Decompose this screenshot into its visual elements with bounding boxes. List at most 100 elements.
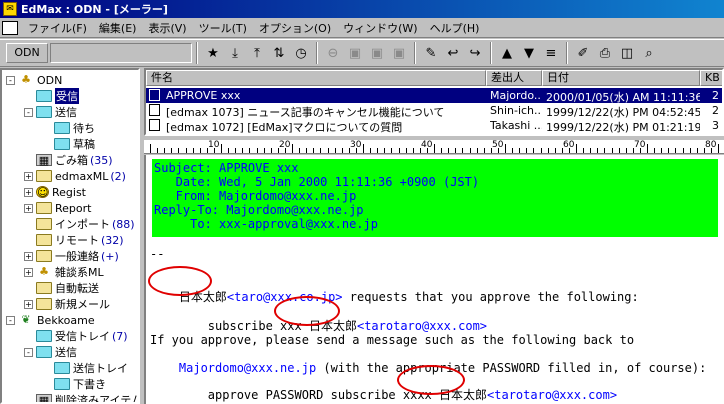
folder-label: Bekkoame [37,313,95,327]
folder-item[interactable]: + edmaxML (2) [24,168,126,184]
receive-icon: ⤓ [232,45,238,61]
folder-item[interactable]: 自動転送 [24,280,99,296]
message-from: Majordo... [490,89,542,102]
subscriber-email-link[interactable]: <tarotaro@xxx.com> [357,319,487,333]
send-button[interactable]: ⤒ [246,42,268,64]
message-row[interactable]: APPROVE xxx Majordo... 2000/01/05(水) AM 11… [146,88,722,104]
folder-item[interactable]: - ♣ ODN [6,72,62,88]
folder-item[interactable]: + ♣ 雑談系ML [24,264,104,280]
column-date[interactable]: 日付 [542,70,700,86]
attach-icon: ✐ [577,45,589,61]
folder-item[interactable]: 下書き [42,376,106,392]
reply-button[interactable]: ↩ [442,42,464,64]
new-folder-button[interactable]: ★ [202,42,224,64]
prev-button[interactable]: ▲ [496,42,518,64]
column-kb[interactable]: KB [700,70,722,86]
column-subject[interactable]: 件名 [146,70,486,86]
collapse-icon[interactable]: - [6,315,15,325]
message-row[interactable]: [edmax 1073] ニュース記事のキャンセル機能について Shin-ich.… [146,103,722,119]
folder-count: (35) [90,153,113,167]
menu-view[interactable]: 表示(V) [142,20,192,36]
expand-icon[interactable]: + [24,171,33,181]
ruler-tick [668,148,670,153]
menu-help[interactable]: ヘルプ(H) [424,20,486,36]
folder-icon [36,170,52,182]
app-icon: ✉ [3,2,17,16]
expand-icon[interactable]: + [24,203,33,213]
folder-item[interactable]: - 送信 [24,104,77,120]
folder-item[interactable]: 待ち [42,120,95,136]
thread-button[interactable]: ≡ [540,42,562,64]
ruler-tick [647,144,648,153]
folder-label: 一般連絡 [55,250,99,263]
folder-item[interactable]: 送信トレイ [42,360,128,376]
mail-icon [149,89,160,101]
ruler-tick [583,148,585,153]
folder-item[interactable]: + 新規メール [24,296,110,312]
folder-icon [36,218,52,230]
system-menu-icon[interactable] [2,20,18,35]
folder-item[interactable]: 草稿 [42,136,95,152]
ruler-tick [618,148,620,153]
paste-button[interactable]: ▣ [388,42,410,64]
next-button[interactable]: ▼ [518,42,540,64]
toolbar-separator [196,42,198,64]
folder-item[interactable]: - ❦ Bekkoame [6,312,95,328]
find-button[interactable]: ⌕ [638,42,660,64]
folder-item[interactable]: 受信トレイ (7) [24,328,128,344]
folder-item[interactable]: ▦ 削除済みアイテム [24,392,138,402]
duck-icon: ♣ [39,265,49,278]
expand-icon[interactable]: + [24,267,33,277]
body-line-1-text: requests that you approve the following: [342,290,639,304]
expand-icon[interactable]: + [24,187,33,197]
expand-icon[interactable]: + [24,299,33,309]
collapse-icon[interactable]: - [6,75,15,85]
menu-tools[interactable]: ツール(T) [193,20,253,36]
print-button[interactable]: ⎙ [594,42,616,64]
ruler-tick [377,148,379,153]
folder-item[interactable]: ▦ ごみ箱 (35) [24,152,113,168]
column-from[interactable]: 差出人 [486,70,542,86]
majordomo-link[interactable]: Majordomo@xxx.ne.jp [179,361,316,375]
send-receive-button[interactable]: ⇅ [268,42,290,64]
expand-icon[interactable]: + [24,251,33,261]
addressbook-button[interactable]: ◫ [616,42,638,64]
ruler-label: 10 [208,140,220,150]
folder-item[interactable]: インポート (88) [24,216,135,232]
ruler-label: 20 [279,140,291,150]
message-row[interactable]: [edmax 1072] [EdMax]マクロについての質問 Takashi ..… [146,118,722,134]
ruler-tick [540,148,542,153]
folder-item[interactable]: リモート (32) [24,232,124,248]
stop-button[interactable]: ⊖ [322,42,344,64]
ruler-tick [313,148,315,153]
folder-label: 下書き [73,378,106,391]
folder-item[interactable]: + Report [24,200,91,216]
body-line-4-text: (with the appropriate PASSWORD filled in… [316,361,707,375]
next-icon: ▼ [524,45,534,61]
header-date: Date: Wed, 5 Jan 2000 11:11:36 +0900 (JS… [154,175,480,189]
collapse-icon[interactable]: - [24,107,33,117]
menu-window[interactable]: ウィンドウ(W) [337,20,423,36]
approve-email-link[interactable]: <tarotaro@xxx.com> [487,388,617,402]
folder-item[interactable]: + ☺ Regist [24,184,86,200]
ruler-tick [192,148,194,153]
menu-file[interactable]: ファイル(F) [22,20,93,36]
new-message-button[interactable]: ✎ [420,42,442,64]
account-combo[interactable] [50,43,192,63]
attach-button[interactable]: ✐ [572,42,594,64]
copy-button[interactable]: ▣ [366,42,388,64]
clock-button[interactable]: ◷ [290,42,312,64]
forward-button[interactable]: ↪ [464,42,486,64]
ruler-tick [675,148,677,153]
folder-item[interactable]: - 送信 [24,344,77,360]
folder-item[interactable]: 受信 [24,88,79,104]
cut-button[interactable]: ▣ [344,42,366,64]
menu-options[interactable]: オプション(O) [253,20,337,36]
menu-edit[interactable]: 編集(E) [93,20,143,36]
collapse-icon[interactable]: - [24,347,33,357]
toolbar-separator [316,42,318,64]
folder-item[interactable]: + 一般連絡 (+) [24,248,119,264]
folder-label: ODN [37,73,63,87]
receive-button[interactable]: ⤓ [224,42,246,64]
account-tab[interactable]: ODN [6,43,48,63]
